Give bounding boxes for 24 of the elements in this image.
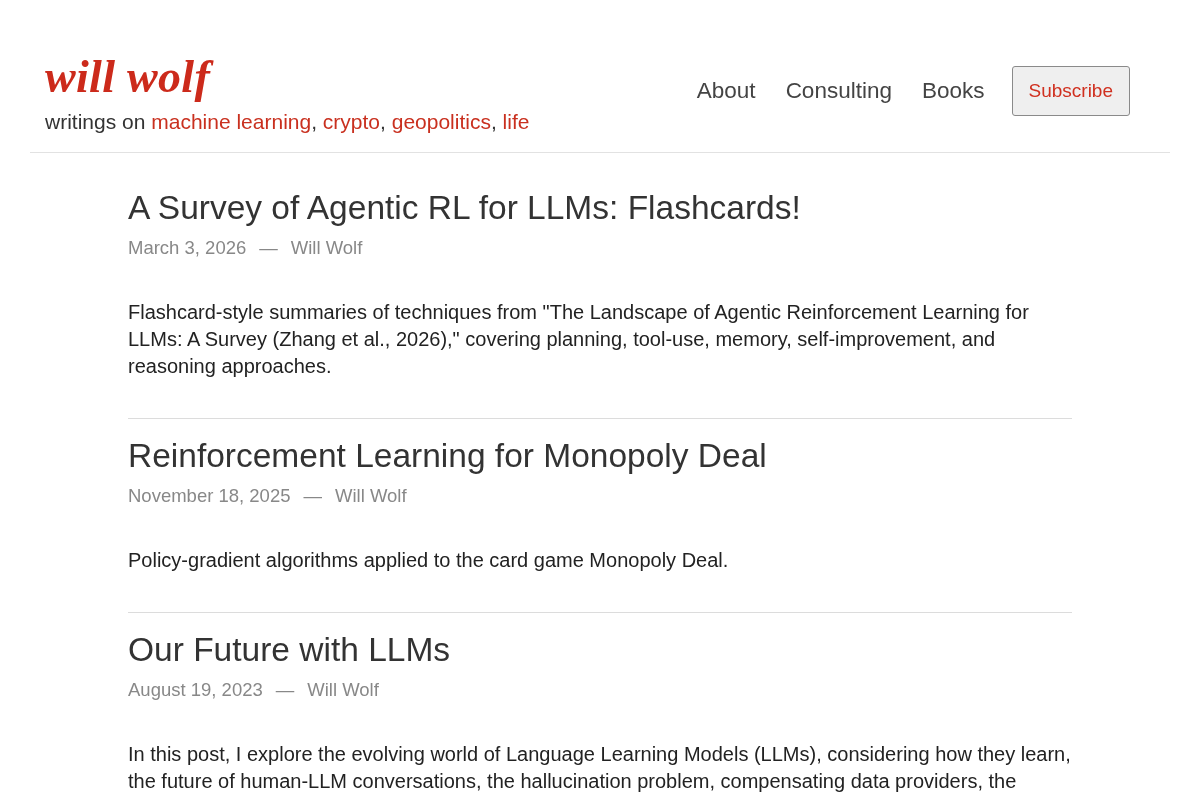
post-date: November 18, 2025	[128, 484, 291, 508]
tagline: writings on machine learning, crypto, geopolitics, life	[45, 109, 530, 135]
topic-link[interactable]: life	[502, 110, 530, 133]
post-excerpt: Flashcard-style summaries of techniques from "The Landscape of Agentic Reinforcement Learning for LLMs: A Survey (Zhang et al., 2026)," covering planning, tool-use, memory, self-improvement, and reasoning approaches.	[128, 300, 1030, 379]
post-title[interactable]: Reinforcement Learning for Monopoly Deal	[128, 435, 767, 476]
post-author: Will Wolf	[307, 678, 379, 702]
post-title[interactable]: Our Future with LLMs	[128, 629, 451, 670]
byline-dash: —	[275, 678, 295, 702]
post-author: Will Wolf	[335, 484, 407, 508]
post-title[interactable]: A Survey of Agentic RL for LLMs: Flashcards!	[128, 187, 801, 228]
byline-dash: —	[303, 484, 322, 508]
post-excerpt: In this post, I explore the evolving world of Language Learning Models (LLMs), considering how they learn, the future of human-LLM conversations, the hallucination problem, compensating data providers, the	[128, 742, 1072, 794]
byline-dash: —	[259, 236, 278, 260]
post-date: March 3, 2026	[128, 236, 247, 260]
subscribe-button[interactable]: Subscribe	[1011, 66, 1130, 116]
post-date: August 19, 2023	[128, 678, 263, 702]
topic-link[interactable]: crypto	[322, 110, 381, 133]
post-excerpt: Policy-gradient algorithms applied to the card game Monopoly Deal.	[128, 548, 730, 573]
post-author: Will Wolf	[290, 236, 363, 260]
topic-link[interactable]: machine learning	[151, 110, 312, 133]
nav-link[interactable]: Consulting	[785, 78, 892, 104]
topic-link[interactable]: geopolitics	[391, 110, 491, 133]
nav-link[interactable]: Books	[921, 78, 985, 104]
nav-link[interactable]: About	[696, 78, 756, 104]
